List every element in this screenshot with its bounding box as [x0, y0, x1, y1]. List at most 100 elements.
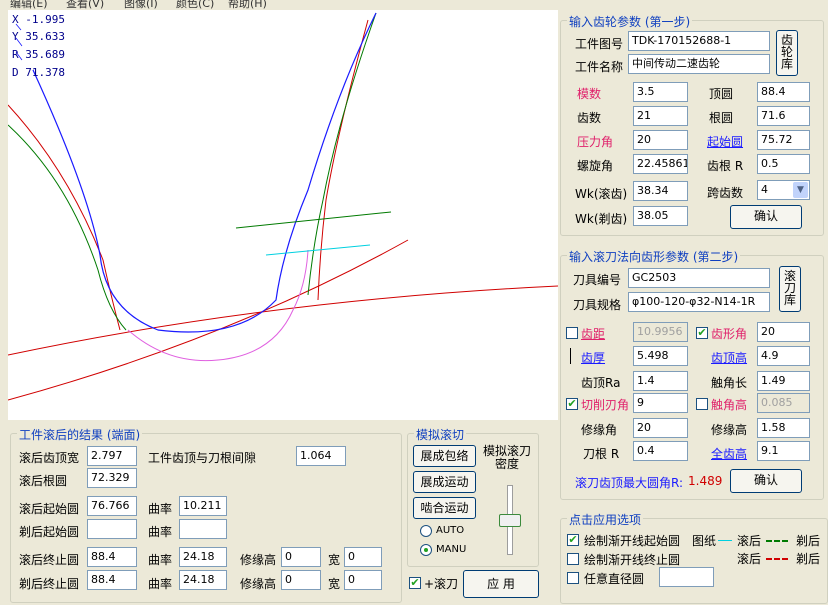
magenta-hob-profile — [127, 249, 309, 362]
auto-label: AUTO — [436, 525, 465, 536]
mesh-motion-button[interactable]: 啮合运动 — [413, 497, 476, 519]
result-end-curv-field[interactable]: 24.18 — [179, 547, 227, 567]
helix-angle-field[interactable]: 22.45861 — [633, 154, 688, 174]
root-r-field[interactable]: 0.5 — [757, 154, 810, 174]
hob-library-button[interactable]: 滚刀库 — [779, 266, 801, 312]
tip-ra-label: 齿顶Ra — [581, 376, 621, 390]
tip-circle-field[interactable]: 88.4 — [757, 82, 810, 102]
shave-end-field[interactable]: 88.4 — [87, 570, 137, 590]
menu-bar: 编辑(E) 查看(V) 图像(I) 颜色(C) 帮助(H) — [0, 0, 560, 10]
start-circle-link[interactable]: 起始圆 — [707, 133, 743, 150]
generate-motion-button[interactable]: 展成运动 — [413, 471, 476, 493]
manu-radio[interactable] — [420, 544, 432, 556]
wk-hob-field[interactable]: 38.34 — [633, 181, 688, 201]
shave-end-mod-field[interactable]: 0 — [281, 570, 321, 590]
max-tip-r-label: 滚刀齿顶最大圆角R: — [575, 476, 684, 490]
teeth-field[interactable]: 21 — [633, 106, 688, 126]
part-name-field[interactable]: 中间传动二速齿轮 — [628, 54, 770, 74]
cut-angle-field[interactable]: 9 — [633, 393, 688, 413]
span-teeth-select[interactable]: 4 ▼ — [757, 180, 810, 200]
draw-start-checkbox[interactable]: ✔ — [567, 534, 579, 546]
contact-len-field[interactable]: 1.49 — [757, 371, 810, 391]
start-circle-field[interactable]: 75.72 — [757, 130, 810, 150]
addendum-link[interactable]: 齿顶高 — [711, 349, 747, 366]
wk-shave-label: Wk(剃齿) — [575, 212, 628, 226]
shave-start-field[interactable] — [87, 519, 137, 539]
menu-view[interactable]: 查看(V) — [66, 0, 104, 10]
module-label: 模数 — [577, 87, 602, 101]
mod-angle-field[interactable]: 20 — [633, 418, 688, 438]
drawing-no-field[interactable]: TDK-170152688-1 — [628, 31, 770, 51]
blue-involute-profile — [32, 12, 377, 333]
tip-ra-field[interactable]: 1.4 — [633, 371, 688, 391]
legend-shave-label-1: 剃后 — [796, 534, 821, 548]
plus-hob-checkbox[interactable]: ✔ — [409, 577, 421, 589]
tip-circle-label: 顶圆 — [709, 87, 734, 101]
contact-height-checkbox[interactable] — [696, 398, 708, 410]
thickness-link[interactable]: 齿厚 — [581, 349, 605, 366]
auto-radio[interactable] — [420, 525, 432, 537]
tool-root-r-field[interactable]: 0.4 — [633, 441, 688, 461]
readout-x: X -1.995 — [12, 13, 65, 26]
profile-angle-checkbox[interactable]: ✔ — [696, 327, 708, 339]
result-end-label: 滚后终止圆 — [19, 553, 80, 567]
full-height-link[interactable]: 全齿高 — [711, 445, 747, 462]
thickness-field[interactable]: 5.498 — [633, 346, 688, 366]
step1-confirm-button[interactable]: 确认 — [730, 205, 802, 229]
any-circle-checkbox[interactable] — [567, 572, 579, 584]
result-end-width-field[interactable]: 0 — [344, 547, 382, 567]
result-end-field[interactable]: 88.4 — [87, 547, 137, 567]
apply-button[interactable]: 应 用 — [463, 570, 539, 598]
menu-edit[interactable]: 编辑(E) — [10, 0, 48, 10]
draw-end-checkbox[interactable] — [567, 553, 579, 565]
wk-hob-label: Wk(滚齿) — [575, 187, 628, 201]
tool-spec-field[interactable]: φ100-120-φ32-N14-1R — [628, 292, 770, 312]
pressure-angle-field[interactable]: 20 — [633, 130, 688, 150]
any-circle-label: 任意直径圆 — [584, 572, 645, 586]
menu-color[interactable]: 颜色(C) — [176, 0, 214, 10]
root-r-label: 齿根 R — [707, 159, 744, 173]
root-circle-field[interactable]: 71.6 — [757, 106, 810, 126]
envelope-button[interactable]: 展成包络 — [413, 445, 476, 467]
step2-confirm-button[interactable]: 确认 — [730, 469, 802, 493]
result-end-mod-field[interactable]: 0 — [281, 547, 321, 567]
left-green-flank — [8, 124, 127, 331]
gear-library-button[interactable]: 齿轮库 — [776, 30, 798, 76]
menu-image[interactable]: 图像(I) — [124, 0, 158, 10]
any-circle-field[interactable] — [659, 567, 714, 587]
green-reference-line — [235, 211, 392, 229]
profile-angle-label: 齿形角 — [711, 327, 748, 341]
full-height-field[interactable]: 9.1 — [757, 441, 810, 461]
result-root-circle-field[interactable]: 72.329 — [87, 468, 137, 488]
shave-start-curv-field[interactable] — [179, 519, 227, 539]
shave-end-label: 剃后终止圆 — [19, 577, 80, 591]
max-tip-r-value: 1.489 — [688, 474, 723, 488]
clearance-field[interactable]: 1.064 — [296, 446, 346, 466]
density-slider-thumb[interactable] — [499, 514, 521, 527]
addendum-field[interactable]: 4.9 — [757, 346, 810, 366]
mod-height-field[interactable]: 1.58 — [757, 418, 810, 438]
tool-no-field[interactable]: GC2503 — [628, 268, 770, 288]
legend-red-line — [766, 558, 788, 560]
cut-angle-checkbox[interactable]: ✔ — [566, 398, 578, 410]
teeth-label: 齿数 — [577, 111, 602, 125]
readout-r: R 35.689 — [12, 48, 65, 61]
tool-no-label: 刀具编号 — [573, 273, 622, 287]
chevron-down-icon[interactable]: ▼ — [793, 182, 808, 198]
pitch-label[interactable]: 齿距 — [581, 325, 605, 342]
profile-angle-field[interactable]: 20 — [757, 322, 810, 342]
right-red-flank — [317, 19, 369, 301]
gear-drawing-canvas[interactable]: X -1.995 Y 35.633 R 35.689 D 71.378 — [8, 10, 558, 420]
menu-help[interactable]: 帮助(H) — [228, 0, 267, 10]
shave-end-curv-field[interactable]: 24.18 — [179, 570, 227, 590]
shave-end-width-field[interactable]: 0 — [344, 570, 382, 590]
tip-width-field[interactable]: 2.797 — [87, 446, 137, 466]
result-title: 工件滚后的结果 (端面) — [17, 426, 143, 443]
result-start-field[interactable]: 76.766 — [87, 496, 137, 516]
pitch-checkbox[interactable] — [566, 327, 578, 339]
result-start-curv-field[interactable]: 10.211 — [179, 496, 227, 516]
wk-shave-field[interactable]: 38.05 — [633, 206, 688, 226]
drawing-no-label: 工件图号 — [575, 37, 624, 51]
result-end-curv-label: 曲率 — [148, 553, 173, 567]
module-field[interactable]: 3.5 — [633, 82, 688, 102]
